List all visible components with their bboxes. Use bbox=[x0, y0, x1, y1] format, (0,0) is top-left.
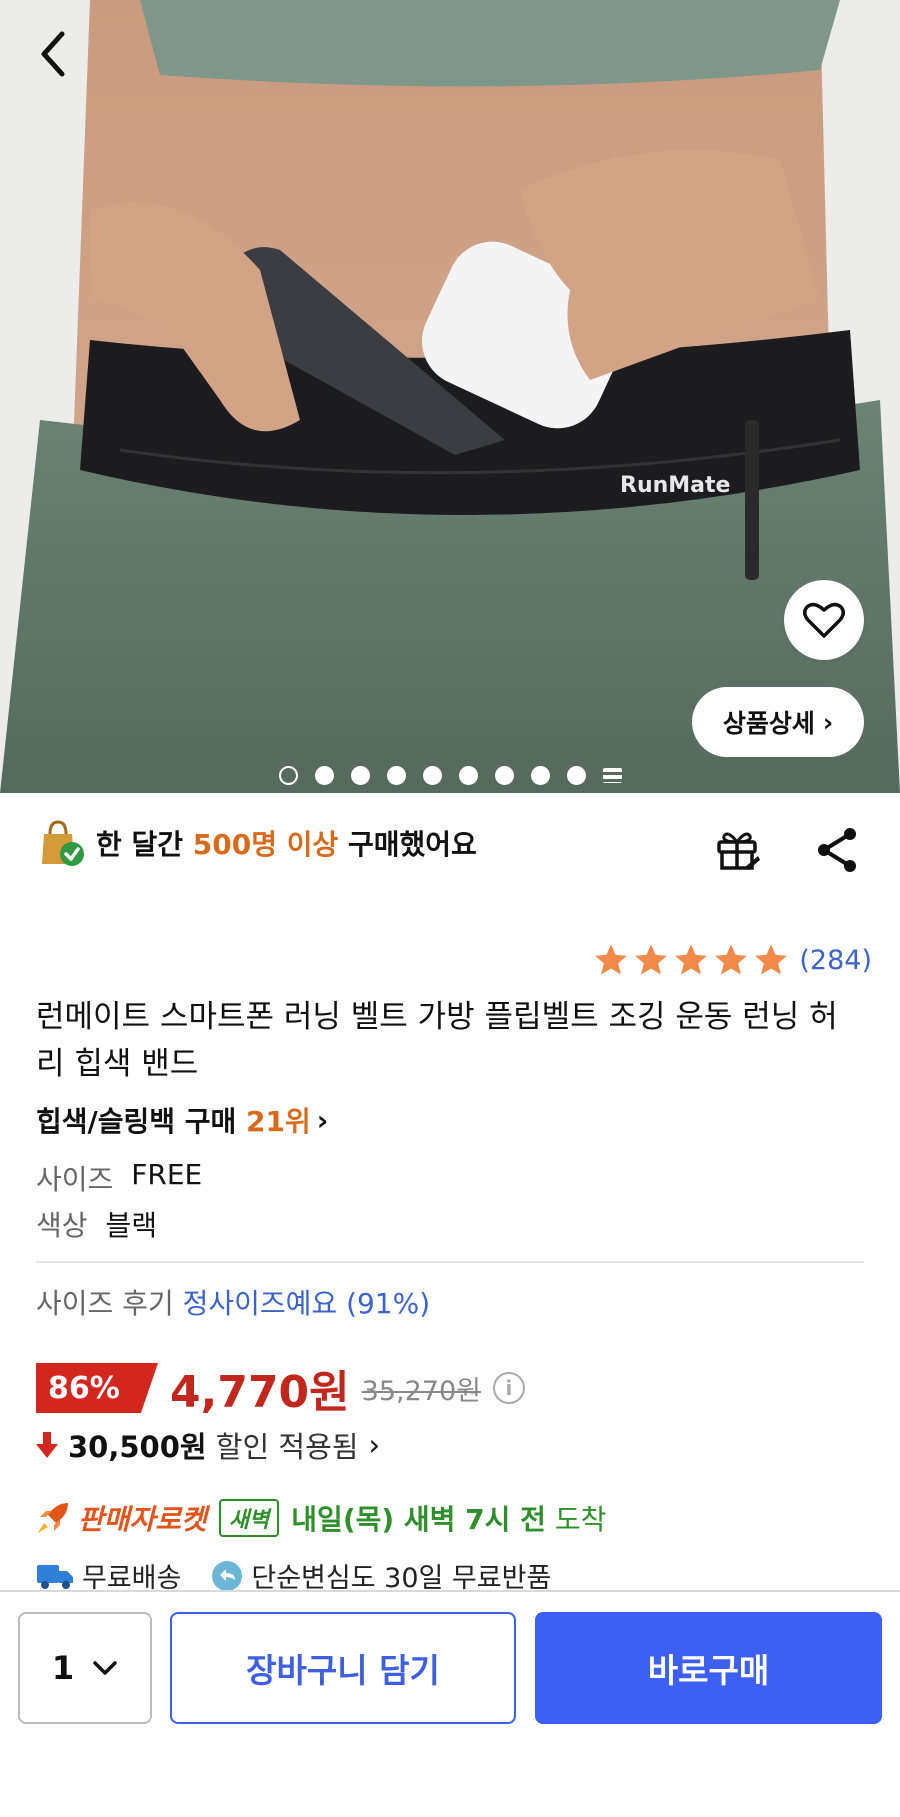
divider bbox=[36, 1261, 864, 1263]
size-review-label: 사이즈 후기 bbox=[36, 1287, 183, 1320]
size-review-value: 정사이즈예요 (91%) bbox=[182, 1287, 431, 1320]
back-button[interactable] bbox=[32, 24, 76, 84]
add-to-cart-button[interactable]: 장바구니 담기 bbox=[170, 1612, 516, 1724]
carousel-dot[interactable] bbox=[387, 766, 406, 785]
arrow-down-icon bbox=[36, 1432, 58, 1458]
carousel-dot[interactable] bbox=[423, 766, 442, 785]
shopping-bag-check-icon bbox=[36, 818, 86, 868]
option-value: FREE bbox=[131, 1158, 203, 1191]
option-color: 색상 블랙 bbox=[36, 1204, 157, 1244]
carousel-more-icon[interactable] bbox=[603, 768, 622, 783]
carousel-dot[interactable] bbox=[495, 766, 514, 785]
quantity-select[interactable]: 1 bbox=[18, 1612, 152, 1724]
carousel-dot[interactable] bbox=[351, 766, 370, 785]
buy-now-button[interactable]: 바로구매 bbox=[535, 1612, 882, 1724]
purchase-stat-prefix: 한 달간 bbox=[96, 828, 193, 861]
carousel-dot[interactable] bbox=[279, 766, 298, 785]
product-detail-button[interactable]: 상품상세 › bbox=[692, 687, 864, 757]
wishlist-button[interactable] bbox=[784, 580, 864, 660]
carousel-indicator bbox=[279, 766, 622, 785]
purchase-stat-suffix: 구매했어요 bbox=[338, 828, 477, 861]
discount-rate-badge: 86% bbox=[36, 1363, 158, 1413]
info-icon[interactable]: i bbox=[492, 1372, 525, 1404]
carousel-dot[interactable] bbox=[459, 766, 478, 785]
heart-icon bbox=[803, 602, 845, 638]
purchase-stat-highlight: 500명 이상 bbox=[192, 828, 339, 861]
product-detail-label: 상품상세 bbox=[722, 709, 815, 738]
discount-amount: 30,500원 bbox=[68, 1430, 207, 1464]
delivery-eta: 내일(목) 새벽 7시 전 bbox=[291, 1503, 546, 1536]
product-image-carousel[interactable]: RunMate 상품상세 › bbox=[0, 0, 900, 793]
carousel-dot[interactable] bbox=[567, 766, 586, 785]
monthly-purchase-stat: 한 달간 500명 이상 구매했어요 bbox=[36, 818, 477, 868]
return-icon bbox=[212, 1560, 243, 1591]
rank-position: 21위 bbox=[246, 1105, 311, 1138]
category-rank-link[interactable]: 힙색/슬링백 구매 21위 › bbox=[36, 1100, 328, 1140]
delivery-info: 판매자로켓 새벽 내일(목) 새벽 7시 전 도착 bbox=[36, 1498, 606, 1538]
share-button[interactable] bbox=[816, 826, 860, 874]
chevron-down-icon bbox=[93, 1661, 117, 1675]
sale-price: 4,770원 bbox=[170, 1367, 350, 1418]
bottom-action-bar: 1 장바구니 담기 바로구매 bbox=[0, 1590, 900, 1817]
product-title: 런메이트 스마트폰 러닝 벨트 가방 플립벨트 조깅 운동 런닝 허리 힙색 밴… bbox=[36, 999, 838, 1082]
star-icon bbox=[755, 944, 788, 975]
option-key: 색상 bbox=[36, 1209, 88, 1242]
size-review[interactable]: 사이즈 후기 정사이즈예요 (91%) bbox=[36, 1282, 430, 1322]
star-icon bbox=[715, 944, 748, 975]
quantity-value: 1 bbox=[51, 1649, 75, 1687]
option-key: 사이즈 bbox=[36, 1163, 114, 1196]
gift-button[interactable] bbox=[714, 826, 762, 874]
star-icon bbox=[595, 944, 628, 975]
truck-icon bbox=[37, 1564, 73, 1589]
carousel-dot[interactable] bbox=[315, 766, 334, 785]
dawn-delivery-badge: 새벽 bbox=[218, 1499, 280, 1537]
carousel-dot[interactable] bbox=[531, 766, 550, 785]
delivery-eta-tail: 도착 bbox=[545, 1503, 607, 1536]
discount-applied-link[interactable]: 30,500원 할인 적용됨 › bbox=[36, 1424, 380, 1466]
seller-rocket-label: 판매자로켓 bbox=[78, 1503, 207, 1536]
chevron-left-icon bbox=[41, 31, 65, 77]
chevron-right-icon: › bbox=[368, 1428, 381, 1462]
chevron-right-icon: › bbox=[316, 1103, 329, 1137]
option-size: 사이즈 FREE bbox=[36, 1158, 202, 1198]
price-row: 86% 4,770원 35,270원 i bbox=[36, 1356, 525, 1420]
runmate-logo: RunMate bbox=[620, 473, 730, 498]
gift-icon bbox=[717, 832, 760, 870]
review-count[interactable]: (284) bbox=[799, 945, 872, 976]
star-icon bbox=[635, 944, 668, 975]
product-rating[interactable]: (284) bbox=[593, 942, 872, 978]
product-photo: RunMate bbox=[0, 0, 900, 793]
chevron-right-icon: › bbox=[822, 707, 834, 737]
star-icon bbox=[675, 944, 708, 975]
rocket-icon bbox=[38, 1503, 68, 1533]
option-value: 블랙 bbox=[105, 1209, 158, 1242]
share-icon bbox=[818, 828, 856, 872]
rank-category: 힙색/슬링백 구매 bbox=[36, 1105, 247, 1138]
discount-text: 할인 적용됨 bbox=[206, 1430, 359, 1464]
original-price: 35,270원 bbox=[361, 1375, 481, 1407]
